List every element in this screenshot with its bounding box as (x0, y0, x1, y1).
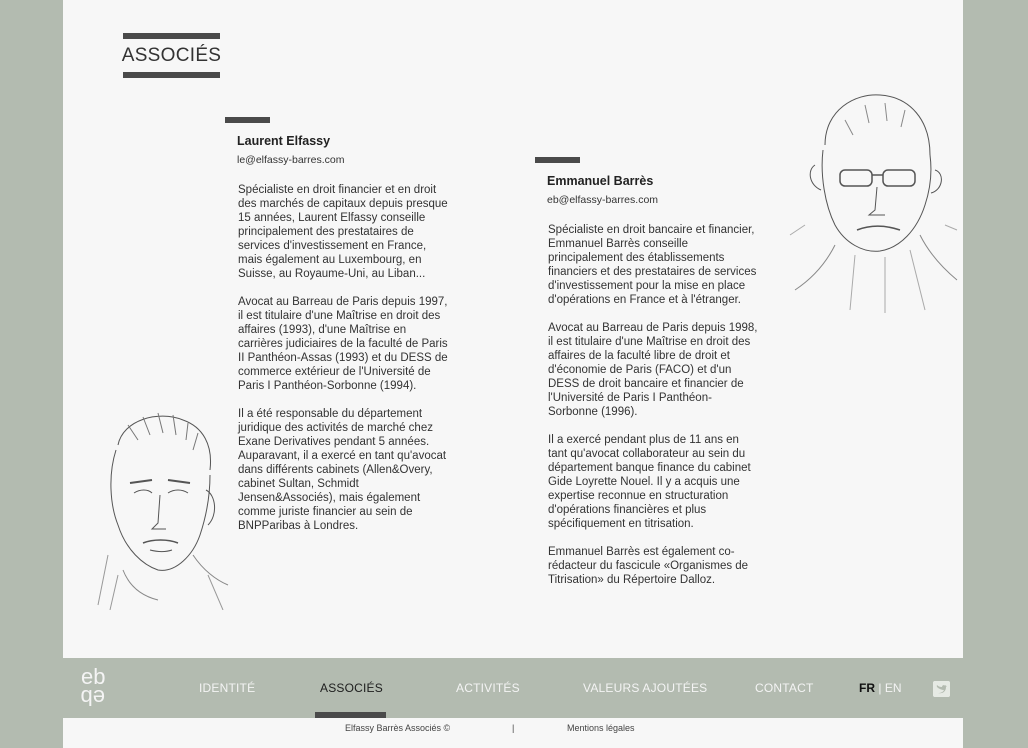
page-title: ASSOCIÉS (122, 33, 221, 78)
logo-text-mirrored: eb (81, 685, 105, 710)
nav-item-identite[interactable]: IDENTITÉ (199, 681, 255, 695)
partner-1-paragraph: Il a été responsable du département juri… (238, 408, 447, 532)
footer-copyright: Elfassy Barrès Associés © (345, 723, 451, 733)
lang-en-link[interactable]: EN (885, 681, 902, 695)
footer-separator: | (512, 723, 515, 733)
language-switcher: FR | EN (859, 681, 901, 695)
partner-1-name: Laurent Elfassy (237, 134, 331, 148)
portrait-laurent-sketch (97, 412, 229, 610)
logo-icon[interactable]: eb eb (79, 664, 107, 710)
partner-2-email[interactable]: eb@elfassy-barres.com (547, 193, 760, 207)
partner-2-paragraph: Spécialiste en droit bancaire et financi… (548, 224, 757, 306)
portrait-emmanuel-sketch (789, 94, 958, 313)
main-navigation: eb eb IDENTITÉ ASSOCIÉS ACTIVITÉS VALEUR… (63, 658, 963, 718)
footer-legal-link[interactable]: Mentions légales (567, 723, 635, 733)
partner-1-email[interactable]: le@elfassy-barres.com (237, 153, 450, 167)
partner-2-accent-bar (535, 157, 580, 163)
lang-separator: | (878, 681, 882, 695)
nav-item-associes[interactable]: ASSOCIÉS (320, 681, 383, 695)
lang-fr-link[interactable]: FR (859, 681, 875, 695)
footer-bar: Elfassy Barrès Associés © | Mentions lég… (63, 718, 963, 748)
nav-item-contact[interactable]: CONTACT (755, 681, 814, 695)
partner-1-paragraph: Spécialiste en droit financier et en dro… (238, 184, 448, 280)
partner-1-card: Laurent Elfassy le@elfassy-barres.com Sp… (237, 134, 450, 533)
partner-2-paragraph: Il a exercé pendant plus de 11 ans en ta… (548, 434, 751, 530)
partner-2-paragraph: Emmanuel Barrès est également co-rédacte… (548, 546, 749, 586)
partner-1-accent-bar (225, 117, 270, 123)
partner-2-name: Emmanuel Barrès (547, 174, 654, 188)
partner-2-card: Emmanuel Barrès eb@elfassy-barres.com Sp… (547, 174, 760, 587)
twitter-icon[interactable] (933, 681, 950, 697)
nav-item-valeurs-ajoutees[interactable]: VALEURS AJOUTÉES (583, 681, 707, 695)
partner-2-paragraph: Avocat au Barreau de Paris depuis 1998, … (548, 322, 758, 418)
partner-1-paragraph: Avocat au Barreau de Paris depuis 1997, … (238, 296, 448, 392)
nav-item-activites[interactable]: ACTIVITÉS (456, 681, 520, 695)
main-panel: ASSOCIÉS Laurent Elfassy le@elfassy-barr… (63, 0, 963, 658)
